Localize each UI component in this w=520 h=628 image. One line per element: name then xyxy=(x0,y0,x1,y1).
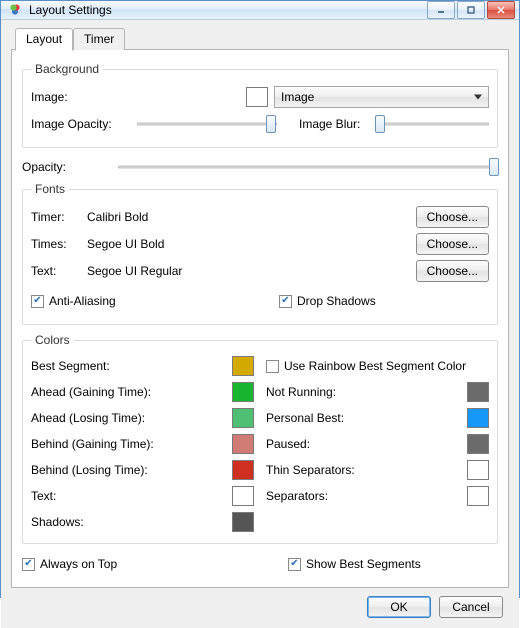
app-icon xyxy=(7,2,23,18)
always-on-top-label: Always on Top xyxy=(40,557,117,571)
window: Layout Settings Layout Timer Background … xyxy=(0,0,520,598)
choose-timer-font-button[interactable]: Choose... xyxy=(416,206,489,228)
background-color-swatch[interactable] xyxy=(246,87,268,107)
dropshadows-checkbox[interactable]: Drop Shadows xyxy=(279,294,489,308)
ahead-lose-label: Ahead (Losing Time): xyxy=(31,411,226,425)
thin-sep-label: Thin Separators: xyxy=(266,463,461,477)
not-running-swatch[interactable] xyxy=(467,382,489,402)
background-type-dropdown[interactable]: Image xyxy=(274,86,489,108)
tabstrip: Layout Timer xyxy=(15,28,509,50)
behind-gain-swatch[interactable] xyxy=(232,434,254,454)
image-opacity-label: Image Opacity: xyxy=(31,117,131,131)
client-area: Layout Timer Background Image: Image Ima… xyxy=(1,20,519,628)
maximize-button[interactable] xyxy=(457,1,485,19)
close-button[interactable] xyxy=(487,1,515,19)
ok-button[interactable]: OK xyxy=(367,596,431,618)
colors-legend: Colors xyxy=(31,333,74,347)
ahead-gain-swatch[interactable] xyxy=(232,382,254,402)
text-font-label: Text: xyxy=(31,264,81,278)
thin-sep-swatch[interactable] xyxy=(467,460,489,480)
opacity-row: Opacity: xyxy=(22,156,498,178)
image-label: Image: xyxy=(31,90,131,104)
choose-times-font-button[interactable]: Choose... xyxy=(416,233,489,255)
ahead-gain-label: Ahead (Gaining Time): xyxy=(31,385,226,399)
timer-font-value: Calibri Bold xyxy=(87,210,410,224)
show-best-segments-checkbox[interactable]: Show Best Segments xyxy=(288,557,498,571)
tab-layout[interactable]: Layout xyxy=(15,28,73,51)
background-legend: Background xyxy=(31,62,103,76)
minimize-button[interactable] xyxy=(427,1,455,19)
checkbox-icon xyxy=(288,558,301,571)
personal-best-swatch[interactable] xyxy=(467,408,489,428)
window-title: Layout Settings xyxy=(29,3,427,17)
opacity-label: Opacity: xyxy=(22,160,112,174)
show-best-segments-label: Show Best Segments xyxy=(306,557,421,571)
timer-font-label: Timer: xyxy=(31,210,81,224)
dropshadows-label: Drop Shadows xyxy=(297,294,376,308)
text-color-label: Text: xyxy=(31,489,226,503)
antialias-checkbox[interactable]: Anti-Aliasing xyxy=(31,294,116,308)
tab-panel: Background Image: Image Image Opacity: I… xyxy=(11,49,509,588)
personal-best-label: Personal Best: xyxy=(266,411,461,425)
ahead-lose-swatch[interactable] xyxy=(232,408,254,428)
window-buttons xyxy=(427,1,515,19)
choose-text-font-button[interactable]: Choose... xyxy=(416,260,489,282)
checkbox-icon xyxy=(266,360,279,373)
times-font-label: Times: xyxy=(31,237,81,251)
always-on-top-checkbox[interactable]: Always on Top xyxy=(22,557,117,571)
sep-swatch[interactable] xyxy=(467,486,489,506)
checkbox-icon xyxy=(22,558,35,571)
colors-grid: Best Segment: Use Rainbow Best Segment C… xyxy=(31,353,489,535)
titlebar: Layout Settings xyxy=(1,1,519,20)
tab-timer[interactable]: Timer xyxy=(73,28,125,50)
cancel-button[interactable]: Cancel xyxy=(439,596,503,618)
behind-gain-label: Behind (Gaining Time): xyxy=(31,437,226,451)
group-colors: Colors Best Segment: Use Rainbow Best Se… xyxy=(22,333,498,544)
best-segment-swatch[interactable] xyxy=(232,356,254,376)
shadows-color-swatch[interactable] xyxy=(232,512,254,532)
use-rainbow-checkbox[interactable]: Use Rainbow Best Segment Color xyxy=(266,359,466,373)
behind-lose-label: Behind (Losing Time): xyxy=(31,463,226,477)
times-font-value: Segoe UI Bold xyxy=(87,237,410,251)
best-segment-label: Best Segment: xyxy=(31,359,226,373)
checkbox-icon xyxy=(31,295,44,308)
checkbox-icon xyxy=(279,295,292,308)
sep-label: Separators: xyxy=(266,489,461,503)
image-opacity-slider[interactable] xyxy=(137,113,277,135)
shadows-color-label: Shadows: xyxy=(31,515,226,529)
fonts-legend: Fonts xyxy=(31,182,69,196)
text-color-swatch[interactable] xyxy=(232,486,254,506)
group-fonts: Fonts Timer: Calibri Bold Choose... Time… xyxy=(22,182,498,325)
group-background: Background Image: Image Image Opacity: I… xyxy=(22,62,498,148)
antialias-label: Anti-Aliasing xyxy=(49,294,116,308)
button-bar: OK Cancel xyxy=(11,588,509,618)
image-blur-label: Image Blur: xyxy=(299,117,369,131)
paused-label: Paused: xyxy=(266,437,461,451)
behind-lose-swatch[interactable] xyxy=(232,460,254,480)
use-rainbow-label: Use Rainbow Best Segment Color xyxy=(284,359,466,373)
image-blur-slider[interactable] xyxy=(375,113,489,135)
text-font-value: Segoe UI Regular xyxy=(87,264,410,278)
paused-swatch[interactable] xyxy=(467,434,489,454)
opacity-slider[interactable] xyxy=(118,156,498,178)
not-running-label: Not Running: xyxy=(266,385,461,399)
background-type-value: Image xyxy=(281,90,314,104)
